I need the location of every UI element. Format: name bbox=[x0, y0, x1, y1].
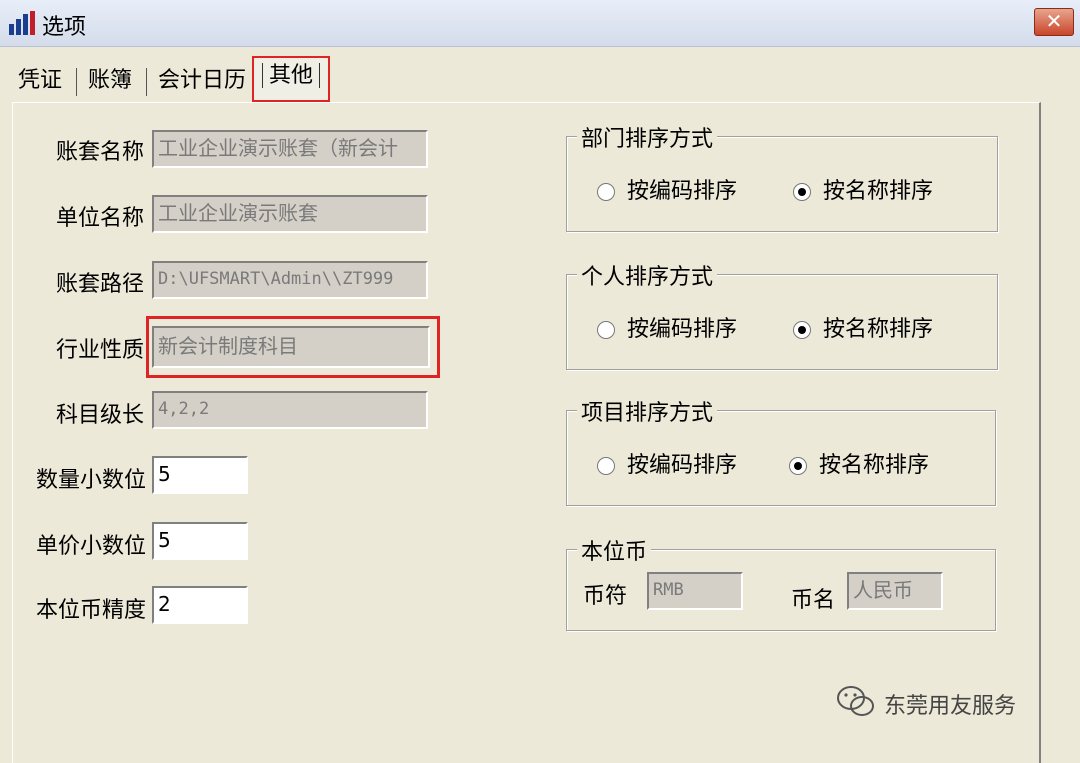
unit-name-field: 工业企业演示账套 bbox=[152, 195, 428, 233]
person-sort-by-name-label: 按名称排序 bbox=[823, 317, 934, 342]
person-sort-by-code[interactable]: 按编码排序 bbox=[597, 311, 737, 343]
currency-symbol-label: 币符 bbox=[583, 584, 628, 609]
base-currency-group: 本位币 币符 RMB 币名 人民币 bbox=[566, 534, 996, 631]
tab-other[interactable]: 其他 bbox=[252, 56, 331, 102]
radio-selected-icon bbox=[793, 321, 811, 339]
watermark-text: 东莞用友服务 bbox=[884, 694, 1017, 719]
person-sort-by-name[interactable]: 按名称排序 bbox=[793, 311, 933, 343]
item-sort-by-name[interactable]: 按名称排序 bbox=[789, 447, 929, 479]
dept-sort-group: 部门排序方式 按编码排序 按名称排序 bbox=[566, 121, 998, 232]
close-button[interactable]: ✕ bbox=[1034, 8, 1074, 36]
dept-sort-by-code-label: 按编码排序 bbox=[627, 179, 738, 204]
item-sort-by-code-label: 按编码排序 bbox=[627, 453, 738, 478]
tab-ledger[interactable]: 账簿 bbox=[88, 60, 132, 102]
base-currency-title: 本位币 bbox=[577, 534, 652, 566]
dept-sort-title: 部门排序方式 bbox=[577, 121, 718, 153]
currency-precision-input[interactable]: 2 bbox=[152, 586, 248, 624]
person-sort-group: 个人排序方式 按编码排序 按名称排序 bbox=[566, 259, 998, 370]
currency-name-label: 币名 bbox=[791, 588, 836, 613]
account-path-label: 账套路径 bbox=[56, 272, 145, 297]
item-sort-group: 项目排序方式 按编码排序 按名称排序 bbox=[566, 395, 996, 506]
window-title: 选项 bbox=[42, 15, 87, 40]
dept-sort-by-name-label: 按名称排序 bbox=[823, 179, 934, 204]
subject-levels-label: 科目级长 bbox=[56, 403, 145, 428]
currency-precision-label: 本位币精度 bbox=[36, 598, 147, 623]
unit-name-label: 单位名称 bbox=[56, 206, 145, 231]
account-set-name-field: 工业企业演示账套（新会计 bbox=[152, 130, 428, 168]
price-decimals-input[interactable]: 5 bbox=[152, 522, 248, 560]
dept-sort-by-name[interactable]: 按名称排序 bbox=[793, 173, 933, 205]
qty-decimals-label: 数量小数位 bbox=[36, 468, 147, 493]
item-sort-title: 项目排序方式 bbox=[577, 395, 718, 427]
wechat-icon bbox=[837, 686, 874, 716]
tab-divider bbox=[76, 68, 77, 96]
account-path-field: D:\UFSMART\Admin\\ZT999 bbox=[152, 261, 428, 299]
radio-icon bbox=[597, 457, 615, 475]
chart-app-icon bbox=[9, 11, 35, 35]
tab-divider bbox=[146, 68, 147, 96]
radio-icon bbox=[597, 183, 615, 201]
close-icon: ✕ bbox=[1045, 9, 1063, 33]
industry-highlight bbox=[146, 316, 440, 378]
industry-label: 行业性质 bbox=[56, 338, 145, 363]
subject-levels-field: 4,2,2 bbox=[152, 391, 428, 429]
person-sort-title: 个人排序方式 bbox=[577, 259, 718, 291]
price-decimals-label: 单价小数位 bbox=[36, 534, 147, 559]
qty-decimals-input[interactable]: 5 bbox=[152, 456, 248, 494]
dept-sort-by-code[interactable]: 按编码排序 bbox=[597, 173, 737, 205]
radio-selected-icon bbox=[789, 457, 807, 475]
item-sort-by-name-label: 按名称排序 bbox=[819, 453, 930, 478]
currency-symbol-field: RMB bbox=[647, 572, 743, 610]
tab-other-label: 其他 bbox=[262, 63, 321, 88]
tab-calendar[interactable]: 会计日历 bbox=[158, 60, 246, 102]
account-set-name-label: 账套名称 bbox=[56, 140, 145, 165]
person-sort-by-code-label: 按编码排序 bbox=[627, 317, 738, 342]
currency-name-field: 人民币 bbox=[847, 572, 943, 610]
tab-voucher[interactable]: 凭证 bbox=[18, 60, 62, 102]
radio-icon bbox=[597, 321, 615, 339]
title-bar: 选项 ✕ bbox=[0, 0, 1080, 47]
radio-selected-icon bbox=[793, 183, 811, 201]
item-sort-by-code[interactable]: 按编码排序 bbox=[597, 447, 737, 479]
